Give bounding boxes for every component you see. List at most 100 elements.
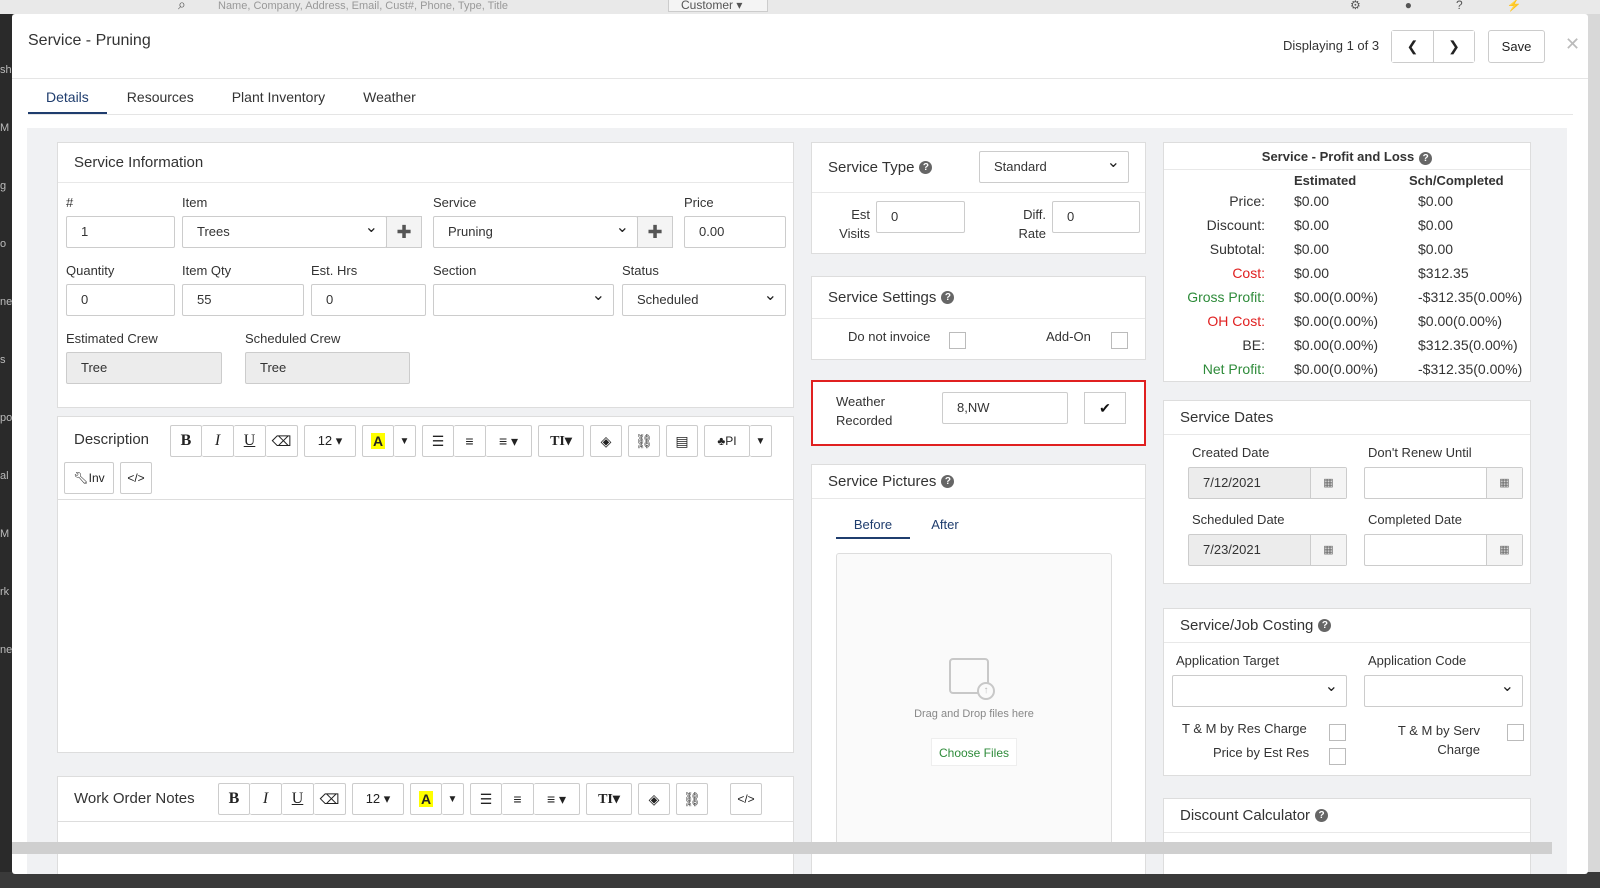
- inventory-insert-button[interactable]: 🔧︎ Inv: [64, 462, 114, 494]
- wo-highlight-color-button[interactable]: A: [410, 783, 442, 815]
- do-not-invoice-checkbox[interactable]: [949, 332, 966, 349]
- bullet-list-icon[interactable]: ☰: [422, 425, 454, 457]
- app-bottom-bar: [0, 872, 1600, 888]
- font-size-dropdown[interactable]: 12 ▾: [304, 425, 356, 457]
- diff-rate-input[interactable]: 0: [1052, 201, 1140, 233]
- row-completed: $0.00(0.00%): [1418, 313, 1503, 329]
- wo-numbered-list-icon[interactable]: ≡: [502, 783, 534, 815]
- tree-icon: ♣: [717, 434, 726, 448]
- tab-plant-inventory[interactable]: Plant Inventory: [214, 80, 343, 114]
- document-icon[interactable]: ▤: [666, 425, 698, 457]
- link-icon[interactable]: ⛓: [628, 425, 660, 457]
- tm-res-charge-checkbox[interactable]: [1329, 724, 1346, 741]
- weather-confirm-button[interactable]: ✔: [1084, 392, 1126, 424]
- calendar-icon[interactable]: ▦: [1310, 468, 1346, 498]
- wo-font-size-dropdown[interactable]: 12 ▾: [352, 783, 404, 815]
- dont-renew-input[interactable]: ▦: [1364, 467, 1523, 499]
- service-dates-title: Service Dates: [1180, 409, 1274, 426]
- row-completed: $0.00: [1418, 217, 1454, 233]
- wo-bold-button[interactable]: B: [218, 783, 250, 815]
- next-record-button[interactable]: ❯: [1433, 31, 1474, 62]
- plant-insert-button[interactable]: ♣ PI: [704, 425, 750, 457]
- prev-record-button[interactable]: ❮: [1392, 31, 1433, 62]
- customer-dropdown[interactable]: Customer ▾: [668, 0, 768, 12]
- tab-details[interactable]: Details: [28, 80, 107, 114]
- add-item-button[interactable]: ✚: [386, 216, 422, 248]
- number-input[interactable]: 1: [66, 216, 175, 248]
- wo-underline-button[interactable]: U: [282, 783, 314, 815]
- global-search-input[interactable]: Name, Company, Address, Email, Cust#, Ph…: [218, 0, 658, 12]
- wo-eraser-icon[interactable]: ⌫: [314, 783, 346, 815]
- wo-link-icon[interactable]: ⛓: [676, 783, 708, 815]
- item-qty-input[interactable]: 55: [182, 284, 304, 316]
- description-editor[interactable]: [58, 499, 793, 752]
- application-target-select[interactable]: [1172, 672, 1347, 707]
- wo-bullet-list-icon[interactable]: ☰: [470, 783, 502, 815]
- row-estimated: $0.00: [1294, 241, 1330, 257]
- wo-align-dropdown[interactable]: ≡ ▾: [534, 783, 580, 815]
- underline-button[interactable]: U: [234, 425, 266, 457]
- service-type-select[interactable]: Standard: [979, 148, 1129, 183]
- quantity-input[interactable]: 0: [66, 284, 175, 316]
- highlight-color-button[interactable]: A: [362, 425, 394, 457]
- choose-files-button[interactable]: Choose Files: [931, 738, 1017, 766]
- notification-icon[interactable]: ●: [1405, 0, 1456, 12]
- sidebar-fragment: o: [0, 238, 7, 250]
- help-icon[interactable]: ?: [1318, 619, 1332, 632]
- est-visits-input[interactable]: 0: [876, 201, 965, 233]
- horizontal-scrollbar[interactable]: [12, 842, 1552, 854]
- save-button[interactable]: Save: [1488, 30, 1545, 63]
- application-code-select[interactable]: [1364, 672, 1523, 707]
- wo-code-view-button[interactable]: </>: [730, 783, 762, 815]
- help-icon[interactable]: ?: [1456, 0, 1507, 12]
- tab-after[interactable]: After: [912, 511, 978, 539]
- tab-before[interactable]: Before: [836, 511, 910, 539]
- help-icon[interactable]: ?: [1419, 152, 1433, 165]
- price-est-res-label: Price by Est Res: [1213, 745, 1310, 760]
- price-est-res-checkbox[interactable]: [1329, 748, 1346, 765]
- plant-insert-dropdown[interactable]: ▼: [750, 425, 772, 457]
- numbered-list-icon[interactable]: ≡: [454, 425, 486, 457]
- tab-resources[interactable]: Resources: [109, 80, 212, 114]
- text-style-dropdown[interactable]: TI▾: [538, 425, 584, 457]
- close-icon[interactable]: ✕: [1565, 34, 1580, 55]
- item-select[interactable]: Trees: [182, 213, 387, 248]
- wo-text-style-dropdown[interactable]: TI▾: [586, 783, 632, 815]
- section-select[interactable]: [433, 281, 614, 316]
- add-service-button[interactable]: ✚: [637, 216, 673, 248]
- help-icon[interactable]: ?: [941, 291, 955, 304]
- eraser-icon[interactable]: ⌫: [266, 425, 298, 457]
- lightning-icon[interactable]: ⚡: [1507, 0, 1566, 12]
- align-dropdown[interactable]: ≡ ▾: [486, 425, 532, 457]
- completed-date-input[interactable]: ▦: [1364, 534, 1523, 566]
- gear-icon[interactable]: ⚙: [1350, 0, 1405, 12]
- help-icon[interactable]: ?: [919, 161, 933, 174]
- wo-highlight-color-dropdown[interactable]: ▼: [442, 783, 464, 815]
- add-on-checkbox[interactable]: [1111, 332, 1128, 349]
- highlight-color-dropdown[interactable]: ▼: [394, 425, 416, 457]
- sidebar-fragment: ne: [0, 296, 13, 308]
- weather-input[interactable]: 8,NW: [942, 392, 1068, 424]
- bold-button[interactable]: B: [170, 425, 202, 457]
- help-icon[interactable]: ?: [1315, 809, 1329, 822]
- est-hrs-input[interactable]: 0: [311, 284, 426, 316]
- service-select[interactable]: Pruning: [433, 213, 638, 248]
- wo-italic-button[interactable]: I: [250, 783, 282, 815]
- calendar-icon[interactable]: ▦: [1486, 468, 1522, 498]
- price-input[interactable]: 0.00: [684, 216, 786, 248]
- tm-serv-charge-checkbox[interactable]: [1507, 724, 1524, 741]
- search-icon[interactable]: ⌕: [178, 0, 186, 13]
- tab-weather[interactable]: Weather: [345, 80, 434, 114]
- calendar-icon[interactable]: ▦: [1310, 535, 1346, 565]
- picture-dropzone[interactable]: ↑ Drag and Drop files here Choose Files: [836, 553, 1112, 853]
- discount-calculator-header: Discount Calculator?: [1164, 799, 1530, 833]
- help-icon[interactable]: ?: [941, 475, 955, 488]
- calendar-icon[interactable]: ▦: [1486, 535, 1522, 565]
- job-costing-header: Service/Job Costing?: [1164, 609, 1530, 643]
- status-select[interactable]: Scheduled: [622, 281, 786, 316]
- code-view-button[interactable]: </>: [120, 462, 152, 494]
- italic-button[interactable]: I: [202, 425, 234, 457]
- clear-format-icon[interactable]: ◈: [590, 425, 622, 457]
- wo-clear-format-icon[interactable]: ◈: [638, 783, 670, 815]
- created-date-label: Created Date: [1192, 445, 1270, 460]
